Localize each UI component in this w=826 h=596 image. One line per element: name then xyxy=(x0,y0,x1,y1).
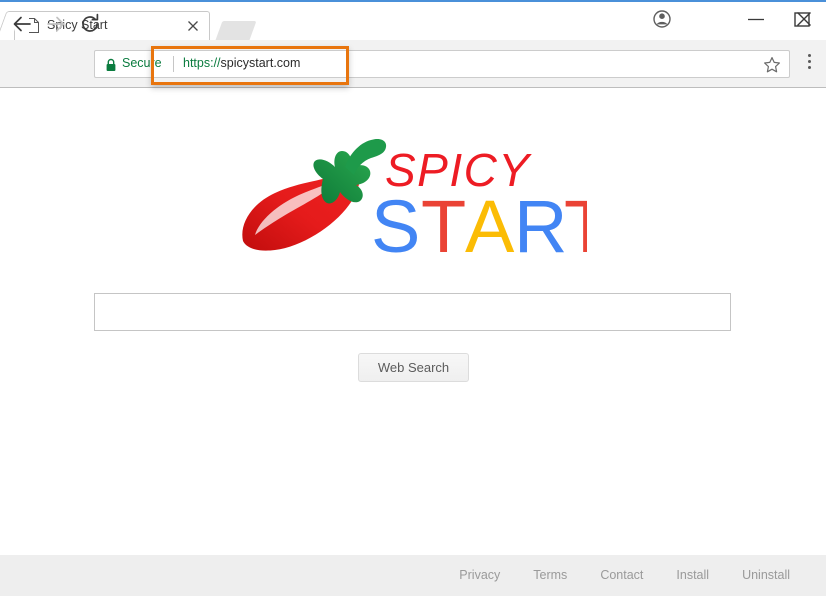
forward-arrow-icon xyxy=(44,12,68,36)
profile-icon[interactable] xyxy=(640,4,684,34)
page-content: SPICY S T A R T Web Search Privacy Terms… xyxy=(0,89,826,596)
reload-icon[interactable] xyxy=(78,12,102,36)
web-search-button[interactable]: Web Search xyxy=(358,353,469,382)
footer-link-terms[interactable]: Terms xyxy=(533,568,567,582)
pepper-mark xyxy=(242,138,387,251)
logo-word-start: S T A R T xyxy=(371,185,587,262)
spicy-start-logo: SPICY S T A R T xyxy=(237,137,587,262)
tab-strip: Spicy Start xyxy=(0,2,826,41)
tab-close-icon[interactable] xyxy=(185,18,201,34)
back-arrow-icon[interactable] xyxy=(10,12,34,36)
svg-text:S: S xyxy=(371,185,420,262)
security-status-label: Secure xyxy=(122,56,162,70)
three-dots-menu-icon[interactable] xyxy=(801,54,817,74)
star-icon[interactable] xyxy=(763,56,781,74)
page-footer: Privacy Terms Contact Install Uninstall xyxy=(0,555,826,596)
svg-text:A: A xyxy=(465,185,515,262)
new-tab-button[interactable] xyxy=(215,21,257,40)
omnibox-separator xyxy=(173,56,174,72)
search-input[interactable] xyxy=(94,293,731,331)
url-scheme: https:// xyxy=(183,56,221,70)
window-close-button[interactable] xyxy=(782,4,826,34)
svg-text:R: R xyxy=(514,185,567,262)
footer-link-uninstall[interactable]: Uninstall xyxy=(742,568,790,582)
footer-links: Privacy Terms Contact Install Uninstall xyxy=(459,568,790,582)
svg-text:T: T xyxy=(564,185,587,262)
footer-link-privacy[interactable]: Privacy xyxy=(459,568,500,582)
window-minimize-button[interactable] xyxy=(734,4,778,34)
footer-link-contact[interactable]: Contact xyxy=(600,568,643,582)
url-host: spicystart.com xyxy=(220,56,301,70)
address-bar[interactable]: Secure https://spicystart.com xyxy=(94,50,790,78)
footer-link-install[interactable]: Install xyxy=(676,568,709,582)
svg-text:T: T xyxy=(421,185,466,262)
browser-window: Spicy Start Secure https://spicystart.co… xyxy=(0,0,826,596)
lock-icon xyxy=(105,58,117,72)
address-bar-url[interactable]: https://spicystart.com xyxy=(183,56,300,70)
